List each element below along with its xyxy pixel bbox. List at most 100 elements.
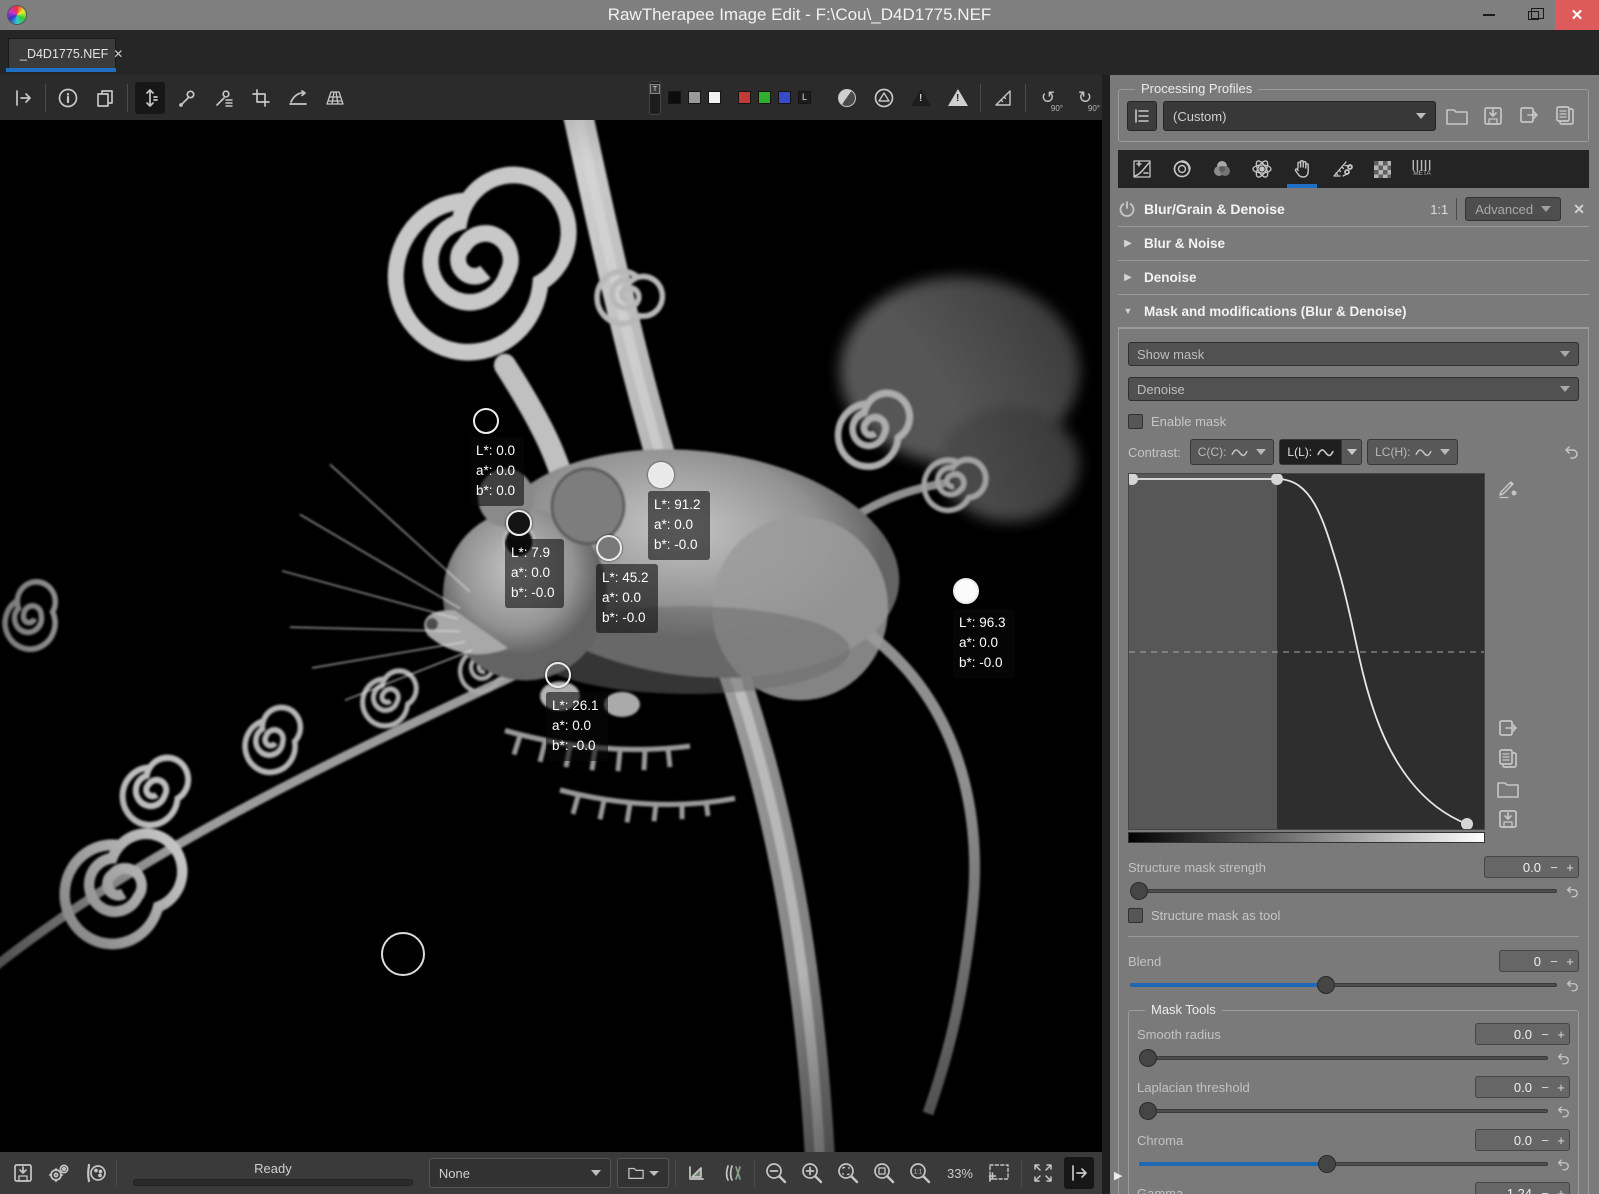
crop-tool-button[interactable] bbox=[246, 82, 276, 114]
copy-curve-icon[interactable] bbox=[1497, 748, 1519, 770]
smooth-radius-spinbox[interactable]: 0.0 − + bbox=[1475, 1023, 1570, 1045]
reset-curves-icon[interactable] bbox=[1563, 445, 1579, 459]
white-balance-picker-button[interactable] bbox=[209, 82, 239, 114]
color-picker-4[interactable] bbox=[596, 535, 622, 561]
tab-close-icon[interactable]: ✕ bbox=[113, 47, 123, 61]
tab-raw[interactable] bbox=[1362, 150, 1402, 188]
reset-slider-icon[interactable] bbox=[1556, 1052, 1570, 1065]
hide-left-panel-button[interactable] bbox=[8, 82, 38, 114]
color-picker-tool-button[interactable] bbox=[172, 82, 202, 114]
curve-point[interactable] bbox=[1271, 473, 1283, 485]
save-image-button[interactable] bbox=[8, 1157, 38, 1189]
profile-fill-mode-button[interactable] bbox=[1127, 101, 1157, 131]
section-mask[interactable]: ▼ Mask and modifications (Blur & Denoise… bbox=[1118, 294, 1589, 328]
perspective-tool-button[interactable] bbox=[320, 82, 350, 114]
slider-thumb[interactable] bbox=[1139, 1049, 1157, 1067]
slider-thumb[interactable] bbox=[1139, 1102, 1157, 1120]
curve-lch-select[interactable]: LC(H): bbox=[1367, 439, 1458, 465]
duplicate-editor-button[interactable] bbox=[90, 82, 120, 114]
color-picker-1[interactable] bbox=[473, 408, 499, 434]
show-mask-select[interactable]: Show mask bbox=[1128, 342, 1579, 366]
decrement-button[interactable]: − bbox=[1537, 1027, 1553, 1042]
slider-thumb[interactable] bbox=[1130, 882, 1148, 900]
shadow-clipping-button[interactable]: ! bbox=[906, 82, 936, 114]
luminosity-swatch[interactable]: L bbox=[798, 91, 811, 104]
soft-proofing-button[interactable] bbox=[988, 82, 1018, 114]
mask-type-select[interactable]: Denoise bbox=[1128, 377, 1579, 401]
false-color-button[interactable] bbox=[832, 82, 862, 114]
section-denoise[interactable]: ▶ Denoise bbox=[1118, 260, 1589, 294]
close-tool-icon[interactable]: ✕ bbox=[1569, 201, 1589, 218]
chroma-slider[interactable] bbox=[1137, 1155, 1550, 1173]
color-picker-3[interactable] bbox=[648, 462, 674, 488]
tab-transform[interactable] bbox=[1322, 150, 1362, 188]
color-picker-6[interactable] bbox=[545, 662, 571, 688]
add-detail-window-button[interactable] bbox=[985, 1157, 1015, 1189]
bg-white-swatch[interactable] bbox=[708, 91, 721, 104]
profile-quick-select[interactable]: None bbox=[429, 1158, 611, 1188]
copy-profile-button[interactable] bbox=[1514, 101, 1544, 131]
color-picker-2[interactable] bbox=[506, 510, 532, 536]
queue-processing-button[interactable] bbox=[44, 1157, 74, 1189]
red-channel-swatch[interactable] bbox=[738, 91, 751, 104]
zoom-out-button[interactable] bbox=[761, 1157, 791, 1189]
decrement-button[interactable]: − bbox=[1537, 1133, 1553, 1148]
increment-button[interactable]: + bbox=[1562, 954, 1578, 969]
rotate-ccw-button[interactable]: ↺90° bbox=[1033, 82, 1063, 114]
color-picker-5[interactable] bbox=[953, 578, 979, 604]
decrement-button[interactable]: − bbox=[1537, 1080, 1553, 1095]
increment-button[interactable]: + bbox=[1553, 1027, 1569, 1042]
highlight-clipping-button[interactable]: ! bbox=[943, 82, 973, 114]
laplacian-threshold-slider[interactable] bbox=[1137, 1102, 1550, 1120]
laplacian-threshold-spinbox[interactable]: 0.0 − + bbox=[1475, 1076, 1570, 1098]
reset-slider-icon[interactable] bbox=[1565, 885, 1579, 898]
before-after-view-button[interactable] bbox=[718, 1157, 748, 1189]
save-profile-button[interactable] bbox=[1478, 101, 1508, 131]
restore-button[interactable] bbox=[1511, 0, 1555, 30]
structure-strength-slider[interactable] bbox=[1128, 882, 1559, 900]
curve-cc-select[interactable]: C(C): bbox=[1190, 439, 1275, 465]
smooth-radius-slider[interactable] bbox=[1137, 1049, 1550, 1067]
zoom-fit-screen-button[interactable] bbox=[833, 1157, 863, 1189]
show-histogram-arrow[interactable]: ▶ bbox=[1114, 1169, 1122, 1182]
close-window-button[interactable]: ✕ bbox=[1555, 0, 1599, 30]
image-tab[interactable]: _D4D1775.NEF ✕ bbox=[8, 38, 116, 68]
slider-thumb[interactable] bbox=[1317, 976, 1335, 994]
enable-mask-checkbox[interactable] bbox=[1128, 414, 1143, 429]
fullscreen-button[interactable] bbox=[1028, 1157, 1058, 1189]
background-color-selector[interactable]: T bbox=[649, 81, 661, 115]
decrement-button[interactable]: − bbox=[1546, 860, 1562, 875]
info-button[interactable] bbox=[53, 82, 83, 114]
send-to-editor-button[interactable] bbox=[80, 1157, 110, 1189]
tab-detail[interactable] bbox=[1162, 150, 1202, 188]
toggle-right-panel-button[interactable] bbox=[1064, 1157, 1094, 1189]
tab-metadata[interactable]: ||||| META bbox=[1402, 150, 1442, 188]
tab-advanced[interactable] bbox=[1242, 150, 1282, 188]
paste-curve-icon[interactable] bbox=[1497, 718, 1519, 740]
curve-ll-dropdown-button[interactable] bbox=[1342, 439, 1362, 465]
power-toggle-icon[interactable] bbox=[1118, 200, 1136, 218]
chroma-spinbox[interactable]: 0.0 − + bbox=[1475, 1129, 1570, 1151]
increment-button[interactable]: + bbox=[1562, 860, 1578, 875]
tab-local-editing[interactable] bbox=[1282, 150, 1322, 188]
structure-strength-spinbox[interactable]: 0.0 − + bbox=[1484, 856, 1579, 878]
zoom-in-button[interactable] bbox=[797, 1157, 827, 1189]
tab-color[interactable] bbox=[1202, 150, 1242, 188]
section-blur-noise[interactable]: ▶ Blur & Noise bbox=[1118, 226, 1589, 260]
straighten-tool-button[interactable] bbox=[283, 82, 313, 114]
increment-button[interactable]: + bbox=[1553, 1186, 1569, 1194]
save-curve-icon[interactable] bbox=[1497, 808, 1519, 830]
pan-tool-button[interactable] bbox=[135, 82, 165, 114]
zoom-100-button[interactable]: 1:1 bbox=[905, 1157, 935, 1189]
increment-button[interactable]: + bbox=[1553, 1080, 1569, 1095]
gamma-spinbox[interactable]: 1.24 − + bbox=[1475, 1182, 1570, 1194]
curve-ll-select[interactable]: L(L): bbox=[1279, 439, 1342, 465]
rotate-cw-button[interactable]: ↻90° bbox=[1070, 82, 1100, 114]
minimize-button[interactable] bbox=[1467, 0, 1511, 30]
blend-slider[interactable] bbox=[1128, 976, 1559, 994]
decrement-button[interactable]: − bbox=[1537, 1186, 1553, 1194]
reset-slider-icon[interactable] bbox=[1556, 1158, 1570, 1171]
image-canvas[interactable]: L*: 0.0 a*: 0.0 b*: 0.0 L*: 7.9 a*: 0.0 … bbox=[0, 120, 1102, 1152]
edit-point-icon[interactable] bbox=[1497, 477, 1519, 499]
curve-point[interactable] bbox=[1461, 818, 1473, 830]
